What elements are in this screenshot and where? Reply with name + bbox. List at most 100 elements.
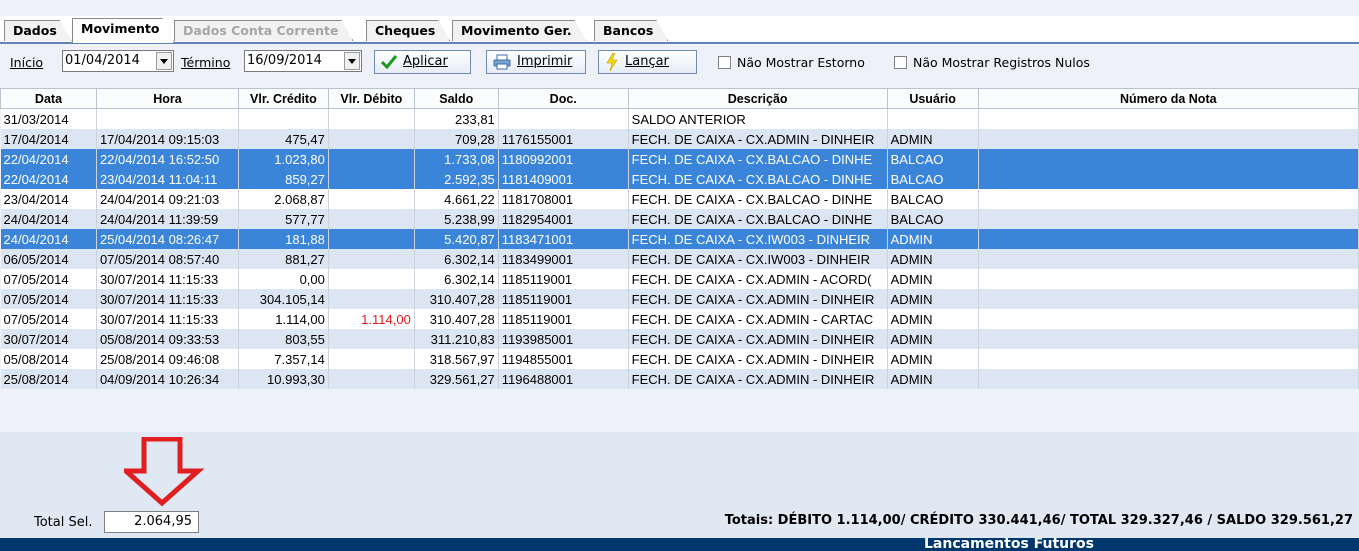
cell-saldo[interactable]: 709,28	[414, 129, 499, 149]
cell-hora[interactable]: 25/04/2014 08:26:47	[96, 229, 239, 249]
cell-descricao[interactable]: FECH. DE CAIXA - CX.IW003 - DINHEIR	[628, 229, 888, 249]
table-row[interactable]: 22/04/2014 23/04/2014 11:04:11 859,27 2.592…	[0, 169, 1359, 189]
cell-doc[interactable]: 1181708001	[498, 189, 629, 209]
cell-hora[interactable]: 30/07/2014 11:15:33	[96, 269, 239, 289]
cell-usuario[interactable]	[887, 108, 979, 129]
cell-saldo[interactable]: 329.561,27	[414, 369, 499, 389]
cell-debito[interactable]	[328, 249, 415, 269]
lancar-button[interactable]: Lançar	[598, 50, 697, 74]
cell-credito[interactable]: 1.023,80	[238, 149, 329, 169]
cell-debito[interactable]	[328, 329, 415, 349]
cell-nota[interactable]	[978, 369, 1359, 389]
col-header-usuario[interactable]: Usuário	[886, 88, 979, 109]
cell-nota[interactable]	[978, 229, 1359, 249]
cell-data[interactable]: 22/04/2014	[0, 149, 97, 169]
table-row[interactable]: 24/04/2014 25/04/2014 08:26:47 181,88 5.420…	[0, 229, 1359, 249]
table-row[interactable]: 31/03/2014 233,81 SALDO ANTERIOR	[0, 108, 1359, 129]
table-row[interactable]: 05/08/2014 25/08/2014 09:46:08 7.357,14 318…	[0, 349, 1359, 369]
cell-credito[interactable]: 7.357,14	[238, 349, 329, 369]
cell-data[interactable]: 24/04/2014	[0, 229, 97, 249]
cell-usuario[interactable]: ADMIN	[887, 329, 979, 349]
cell-data[interactable]: 05/08/2014	[0, 349, 97, 369]
cell-nota[interactable]	[978, 349, 1359, 369]
cell-usuario[interactable]: ADMIN	[887, 309, 979, 329]
tab-cheques[interactable]: Cheques	[366, 20, 450, 41]
cell-saldo[interactable]: 1.733,08	[414, 149, 499, 169]
tab-movimento[interactable]: Movimento	[72, 18, 174, 43]
cell-debito[interactable]	[328, 149, 415, 169]
cell-data[interactable]: 07/05/2014	[0, 309, 97, 329]
cell-credito[interactable]: 1.114,00	[238, 309, 329, 329]
cell-doc[interactable]: 1180992001	[498, 149, 629, 169]
checkbox-box[interactable]	[718, 56, 731, 69]
cell-hora[interactable]: 25/08/2014 09:46:08	[96, 349, 239, 369]
cell-doc[interactable]: 1193985001	[498, 329, 629, 349]
cell-doc[interactable]	[498, 108, 629, 129]
cell-debito[interactable]	[328, 269, 415, 289]
table-row[interactable]: 07/05/2014 30/07/2014 11:15:33 0,00 6.302,1…	[0, 269, 1359, 289]
cell-nota[interactable]	[978, 289, 1359, 309]
cell-debito[interactable]	[328, 289, 415, 309]
cell-doc[interactable]: 1196488001	[498, 369, 629, 389]
cell-data[interactable]: 17/04/2014	[0, 129, 97, 149]
col-header-descricao[interactable]: Descrição	[627, 88, 888, 109]
cell-descricao[interactable]: FECH. DE CAIXA - CX.ADMIN - DINHEIR	[628, 369, 888, 389]
cell-saldo[interactable]: 233,81	[414, 108, 499, 129]
nao-mostrar-estorno-checkbox[interactable]: Não Mostrar Estorno	[718, 55, 865, 70]
cell-nota[interactable]	[978, 209, 1359, 229]
cell-debito[interactable]	[328, 108, 415, 129]
cell-descricao[interactable]: FECH. DE CAIXA - CX.BALCAO - DINHE	[628, 169, 888, 189]
tab-movimento-ger[interactable]: Movimento Ger.	[452, 20, 587, 41]
table-row[interactable]: 24/04/2014 24/04/2014 11:39:59 577,77 5.238…	[0, 209, 1359, 229]
cell-descricao[interactable]: SALDO ANTERIOR	[628, 108, 888, 129]
cell-debito[interactable]: 1.114,00	[328, 309, 415, 329]
cell-credito[interactable]: 181,88	[238, 229, 329, 249]
termino-date-field[interactable]: 16/09/2014	[244, 50, 362, 72]
cell-nota[interactable]	[978, 129, 1359, 149]
cell-descricao[interactable]: FECH. DE CAIXA - CX.BALCAO - DINHE	[628, 209, 888, 229]
cell-nota[interactable]	[978, 149, 1359, 169]
cell-descricao[interactable]: FECH. DE CAIXA - CX.ADMIN - DINHEIR	[628, 349, 888, 369]
cell-data[interactable]: 31/03/2014	[0, 108, 97, 129]
inicio-date-field[interactable]: 01/04/2014	[62, 50, 174, 72]
cell-nota[interactable]	[978, 269, 1359, 289]
col-header-data[interactable]: Data	[0, 88, 97, 109]
cell-credito[interactable]: 803,55	[238, 329, 329, 349]
cell-hora[interactable]: 30/07/2014 11:15:33	[96, 309, 239, 329]
tab-bancos[interactable]: Bancos	[594, 20, 668, 41]
cell-data[interactable]: 07/05/2014	[0, 269, 97, 289]
cell-hora[interactable]: 04/09/2014 10:26:34	[96, 369, 239, 389]
table-row[interactable]: 07/05/2014 30/07/2014 11:15:33 1.114,00 1.1…	[0, 309, 1359, 329]
cell-doc[interactable]: 1182954001	[498, 209, 629, 229]
cell-usuario[interactable]: ADMIN	[887, 129, 979, 149]
nao-mostrar-nulos-checkbox[interactable]: Não Mostrar Registros Nulos	[894, 55, 1090, 70]
table-row[interactable]: 23/04/2014 24/04/2014 09:21:03 2.068,87 4.6…	[0, 189, 1359, 209]
cell-nota[interactable]	[978, 329, 1359, 349]
tab-dados-conta-corrente[interactable]: Dados Conta Corrente	[174, 20, 353, 41]
cell-usuario[interactable]: ADMIN	[887, 369, 979, 389]
cell-doc[interactable]: 1194855001	[498, 349, 629, 369]
cell-debito[interactable]	[328, 209, 415, 229]
col-header-hora[interactable]: Hora	[95, 88, 239, 109]
cell-doc[interactable]: 1181409001	[498, 169, 629, 189]
cell-descricao[interactable]: FECH. DE CAIXA - CX.ADMIN - DINHEIR	[628, 289, 888, 309]
cell-data[interactable]: 25/08/2014	[0, 369, 97, 389]
cell-hora[interactable]: 07/05/2014 08:57:40	[96, 249, 239, 269]
cell-saldo[interactable]: 310.407,28	[414, 309, 499, 329]
cell-hora[interactable]	[96, 108, 239, 129]
cell-credito[interactable]: 475,47	[238, 129, 329, 149]
table-row[interactable]: 25/08/2014 04/09/2014 10:26:34 10.993,30 32…	[0, 369, 1359, 389]
cell-credito[interactable]: 10.993,30	[238, 369, 329, 389]
cell-doc[interactable]: 1185119001	[498, 289, 629, 309]
cell-doc[interactable]: 1185119001	[498, 269, 629, 289]
cell-usuario[interactable]: BALCAO	[887, 189, 979, 209]
cell-credito[interactable]: 881,27	[238, 249, 329, 269]
cell-nota[interactable]	[978, 189, 1359, 209]
imprimir-button[interactable]: Imprimir	[486, 50, 586, 74]
cell-data[interactable]: 24/04/2014	[0, 209, 97, 229]
tab-dados[interactable]: Dados	[4, 20, 72, 41]
cell-usuario[interactable]: BALCAO	[887, 149, 979, 169]
cell-credito[interactable]: 304.105,14	[238, 289, 329, 309]
cell-descricao[interactable]: FECH. DE CAIXA - CX.ADMIN - DINHEIR	[628, 129, 888, 149]
cell-usuario[interactable]: ADMIN	[887, 269, 979, 289]
